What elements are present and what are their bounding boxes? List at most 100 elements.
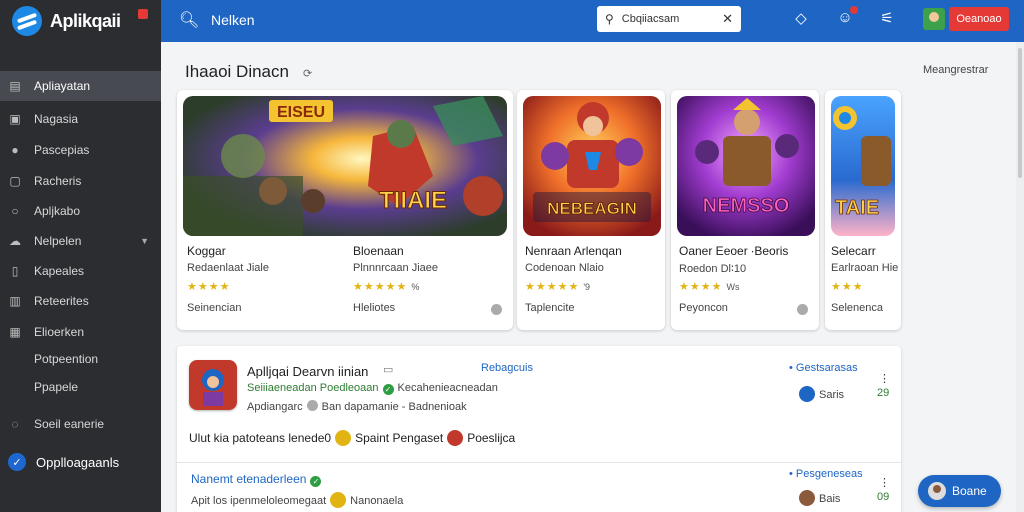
status-text: Seiiiaeneadan Poedleoaan xyxy=(247,382,379,394)
user-icon: ● xyxy=(11,143,19,157)
meta-detail: Nanonaela xyxy=(350,495,404,507)
arrow-icon[interactable]: ⟳ xyxy=(303,68,312,80)
notification-icon[interactable]: ☺ xyxy=(835,6,858,31)
card-title: Nenraan Arlenqan xyxy=(525,244,622,258)
card-title: Bloenaan xyxy=(353,244,404,258)
main-content: Ihaaoi Dinacn ⟳ Meangrestrar EISEU TIIAI… xyxy=(161,42,1006,512)
sidebar-item-label: Kapeales xyxy=(34,264,85,278)
featured-card-2[interactable]: NEBEAGIN Nenraan Arlenqan Codenoan Nlaio… xyxy=(517,90,665,330)
sidebar-item-label: Racheris xyxy=(34,174,82,188)
sidebar-item-kapeales[interactable]: ▯ Kapeales xyxy=(0,256,161,286)
sidebar-item-label: Apliayatan xyxy=(34,79,91,93)
star-icons: ★★★ xyxy=(831,281,864,293)
sidebar-item-nagasia[interactable]: ▣ Nagasia xyxy=(0,104,161,134)
sidebar-subitem-potpeention[interactable]: Potpeention xyxy=(0,344,161,374)
settings-icon[interactable]: ⚟ xyxy=(877,9,897,31)
sidebar-item-pascepias[interactable]: ● Pascepias xyxy=(0,135,161,165)
tag-icon[interactable]: ◇ xyxy=(791,9,811,31)
scrollbar[interactable] xyxy=(1016,42,1024,512)
card-image: EISEU TIIAIE xyxy=(183,96,507,236)
app-meta: Apit los ipenmeloleomegaat Nanonaela xyxy=(191,492,403,508)
app-title-text: Nanemt etenaderleen xyxy=(191,472,307,486)
sidebar-item-label: Nelpelen xyxy=(34,234,82,248)
sidebar-item-apljkabo[interactable]: ○ Apljkabo xyxy=(0,196,161,226)
tag-text: Poeslijca xyxy=(467,431,516,445)
grid-icon: ▦ xyxy=(9,325,21,339)
dot-icon xyxy=(306,400,318,411)
doc-icon: ▯ xyxy=(11,264,19,278)
rating-stars: ★★★★★% xyxy=(353,280,419,293)
sidebar-item-racheris[interactable]: ▢ Racheris xyxy=(0,166,161,196)
app-title[interactable]: Nanemt etenaderleen ✓ xyxy=(191,472,325,487)
info-icon[interactable] xyxy=(797,304,808,315)
card-image: NEBEAGIN xyxy=(523,96,661,236)
card-image-logo: NEMSSO xyxy=(703,195,790,217)
category-link[interactable]: Rebagcuis xyxy=(481,362,533,374)
sidebar-item-reteerites[interactable]: ▥ Reteerites xyxy=(0,286,161,316)
reviewer: Bais xyxy=(795,490,840,506)
app-status: Seiiiaeneadan Poedleoaan ✓ Kecahenieacnead… xyxy=(247,382,498,395)
avatar[interactable] xyxy=(923,8,945,30)
star-icons: ★★★★★ xyxy=(525,281,580,293)
app-icon[interactable] xyxy=(189,360,237,410)
featured-card-3[interactable]: NEMSSO Oaner Eeoer ∙Beoris Roedon Dl∶10 … xyxy=(671,90,819,330)
avatar[interactable] xyxy=(799,386,815,402)
sidebar-subitem-ppapele[interactable]: Ppapele xyxy=(0,372,161,402)
app-logo[interactable]: Aplikqaii xyxy=(12,4,152,38)
sidebar-item-label: Soeil eanerie xyxy=(34,417,105,431)
search-input[interactable] xyxy=(621,13,712,25)
more-icon[interactable]: ⋮ xyxy=(879,476,890,489)
topbar: 🔍︎ Nelken ⚲ ✕ ◇ ☺ ⚟ Oeanoao xyxy=(161,0,1024,42)
rating-stars: ★★★★ xyxy=(187,280,230,293)
sidebar-item-opplloagaanls[interactable]: ✓ Opplloagaanls xyxy=(0,447,161,477)
topbar-title: Nelken xyxy=(211,12,255,28)
card-title: Koggar xyxy=(187,244,226,258)
status-link[interactable]: • Gestsarasas xyxy=(789,362,858,374)
sidebar-item-apliayatan[interactable]: ▤ Apliayatan xyxy=(0,71,161,101)
divider xyxy=(177,462,901,463)
sidebar-item-nelpelen[interactable]: ☁ Nelpelen ▼ xyxy=(0,226,161,256)
review-count: 09 xyxy=(877,491,890,503)
status-link[interactable]: • Pesgeneseas xyxy=(789,468,863,480)
meta-text: Apdiangarc xyxy=(247,401,303,413)
search-icon[interactable]: 🔍︎ xyxy=(179,10,199,30)
card-title: Oaner Eeoer ∙Beoris xyxy=(679,244,789,258)
app-title[interactable]: Aplljqai Dearvn iinian xyxy=(247,364,368,379)
primary-action-button[interactable]: Oeanoao xyxy=(949,7,1009,31)
featured-card-4[interactable]: TAIE Selecarr Earlraoan Hie ★★★ Selenenc… xyxy=(825,90,901,330)
card-image-logo: TIIAIE xyxy=(379,187,447,214)
close-icon[interactable]: ✕ xyxy=(722,11,733,27)
card-title: Selecarr xyxy=(831,244,876,258)
rating-count: '9 xyxy=(583,282,591,292)
review-count: 29 xyxy=(877,387,890,399)
info-icon[interactable] xyxy=(491,304,502,315)
sidebar-item-label: Pascepias xyxy=(34,143,90,157)
cloud-icon: ☁ xyxy=(9,234,21,248)
sidebar-item-label: Potpeention xyxy=(34,352,99,366)
meta-detail: Ban dapamanie - Badnenioak xyxy=(321,401,467,413)
logo-badge xyxy=(138,9,148,19)
logo-icon xyxy=(12,6,42,36)
file-icon: ▤ xyxy=(9,79,21,93)
sidebar-item-elioerken[interactable]: ▦ Elioerken xyxy=(0,317,161,347)
check-badge-icon: ✓ xyxy=(8,453,26,471)
see-more-link[interactable]: Meangrestrar xyxy=(923,64,988,76)
card-footer: Peyoncon xyxy=(679,302,728,314)
star-icons: ★★★★★ xyxy=(353,281,408,293)
box-icon: ▢ xyxy=(9,174,21,188)
chevron-down-icon[interactable]: ▼ xyxy=(140,236,149,246)
help-icon: ◌ xyxy=(11,417,19,431)
scroll-thumb[interactable] xyxy=(1018,48,1022,178)
notification-badge xyxy=(850,6,858,14)
sidebar-item-label: Opplloagaanls xyxy=(36,454,120,470)
featured-card-1[interactable]: EISEU TIIAIE Koggar Redaenlaat Jiale ★★★… xyxy=(177,90,513,330)
sidebar-item-help[interactable]: ◌ Soeil eanerie xyxy=(0,409,161,439)
reviewer-name: Saris xyxy=(819,389,845,401)
app-list-panel: Aplljqai Dearvn iinian ▭ Rebagcuis Seiii… xyxy=(177,346,901,512)
more-icon[interactable]: ⋮ xyxy=(879,372,890,385)
search-box[interactable]: ⚲ ✕ xyxy=(597,6,741,32)
avatar[interactable] xyxy=(799,490,815,506)
coin-icon xyxy=(335,430,352,446)
chat-button[interactable]: Boane xyxy=(918,475,1001,507)
app-tags: Ulut kia patoteans lenede0 Spaint Pengase… xyxy=(189,430,515,446)
